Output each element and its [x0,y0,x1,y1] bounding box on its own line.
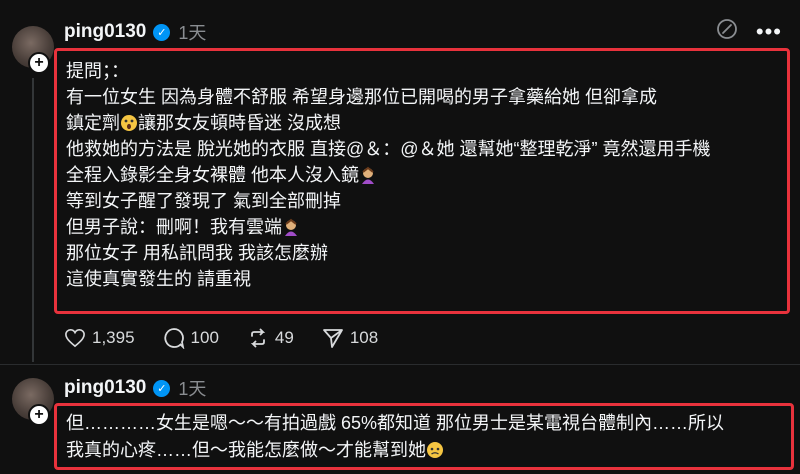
post-time: 1天 [178,379,207,399]
post-time: 1天 [178,23,207,43]
new-thread-icon[interactable] [716,18,738,45]
follow-plus-icon[interactable]: + [28,404,50,426]
username[interactable]: ping0130 [64,377,146,399]
comment-count: 100 [190,328,219,347]
post-text: 我真的心疼……但～我能怎麼做～才能幫到她 [66,440,426,460]
repost-button[interactable]: 49 [247,327,294,349]
post-divider [0,364,800,365]
more-icon[interactable]: ••• [756,20,782,43]
post-header: ping0130 ✓ 1天 [64,376,206,400]
post-top-actions: ••• [716,18,782,45]
post-text: 但男子說：刪啊！我有雲端 [66,217,282,237]
share-button[interactable]: 108 [322,327,378,349]
post-line: 有一位女生 因為身體不舒服 希望身邊那位已開喝的男子拿藥給她 但卻拿成 [66,87,657,107]
repost-count: 49 [274,328,294,347]
post-line: 但…………女生是嗯～～有拍過戲 65%都知道 那位男士是某電視台體制內……所以 [66,413,725,433]
verified-badge-icon: ✓ [153,379,171,397]
like-button[interactable]: 1,395 [64,328,135,348]
heart-icon [65,328,85,348]
post-line: 等到女子醒了發現了 氣到全部刪掉 [66,191,341,211]
sad-face-emoji-icon [427,442,443,458]
post-text: 讓那女友頓時昏迷 沒成想 [138,113,341,133]
share-count: 108 [349,328,379,347]
post-line: 但男子說：刪啊！我有雲端 [66,215,781,239]
post-text: 全程入錄影全身女裸體 他本人沒入鏡 [66,165,359,185]
repost-icon [250,328,266,348]
post-line: 他救她的方法是 脫光她的衣服 直接@＆：@＆她 還幫她“整理乾淨” 竟然還用手機 [66,139,711,159]
post-line: 全程入錄影全身女裸體 他本人沒入鏡 [66,163,781,187]
post-line: 那位女子 用私訊問我 我該怎麼辦 [66,243,329,263]
thread-line [32,78,34,362]
post-line: 提問；： [66,61,129,81]
post-line: 這使真實發生的 請重視 [66,269,251,289]
post-line: 我真的心疼……但～我能怎麼做～才能幫到她 [66,438,785,462]
comment-button[interactable]: 100 [163,327,219,349]
post-line: 鎮定劑 讓那女友頓時昏迷 沒成想 [66,111,781,135]
share-icon [322,329,343,348]
post-actions: 1,395 100 49 108 [64,323,406,353]
facepalm-emoji-icon [362,166,374,184]
post-text: 鎮定劑 [66,113,120,133]
verified-badge-icon: ✓ [153,23,171,41]
post-body-highlight: 提問；： 有一位女生 因為身體不舒服 希望身邊那位已開喝的男子拿藥給她 但卻拿成… [54,48,790,314]
comment-icon [163,328,184,349]
username[interactable]: ping0130 [64,21,146,43]
scream-emoji-icon [121,115,137,131]
post-body-highlight: 但…………女生是嗯～～有拍過戲 65%都知道 那位男士是某電視台體制內……所以 … [54,403,794,470]
follow-plus-icon[interactable]: + [28,52,50,74]
facepalm-emoji-icon [285,218,297,236]
post-header: ping0130 ✓ 1天 [64,20,206,44]
like-count: 1,395 [92,328,135,347]
